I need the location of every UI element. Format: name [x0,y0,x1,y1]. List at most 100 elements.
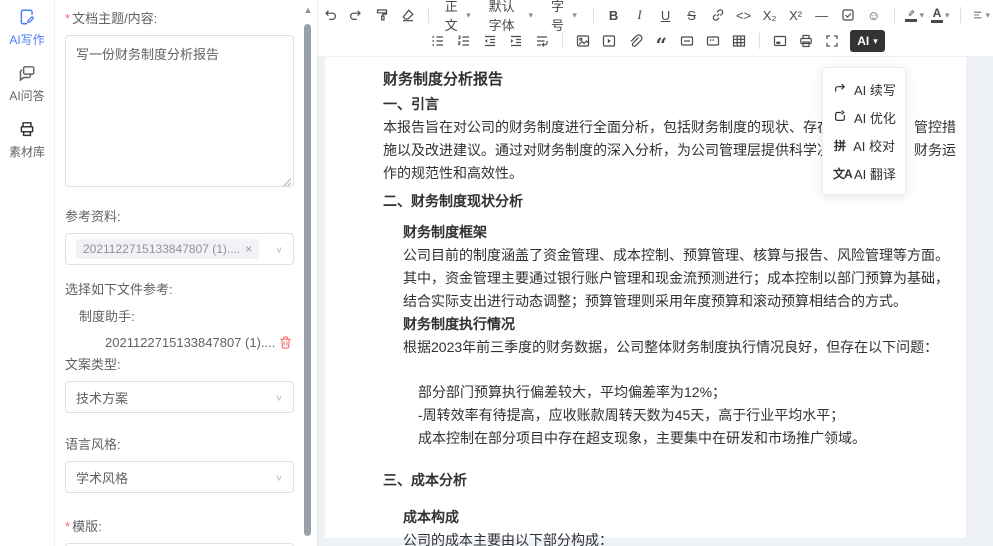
ai-qa-icon [18,64,36,85]
resize-grip[interactable] [283,178,291,186]
underline-icon[interactable]: U [654,3,678,27]
inline-code-icon[interactable]: <> [732,3,756,27]
file-section-label: 选择如下文件参考: [65,279,293,298]
caret-down-icon: ▾ [945,10,950,21]
video-icon[interactable] [597,29,621,53]
caret-down-icon: ▾ [572,10,577,21]
fullscreen-icon[interactable] [820,29,844,53]
menu-item-ai-translate[interactable]: 文A AI 翻译 [823,159,905,187]
table-icon[interactable] [727,29,751,53]
editor-toolbar: 正文▾ 默认字体▾ 字号▾ B I U S <> X₂ X² — ☺ ▾ A▾ … [318,0,993,57]
scroll-up-arrow[interactable]: ▲ [302,4,314,16]
outdent-icon[interactable] [478,29,502,53]
doc-list-item: 成本控制在部分项目中存在超支现象，主要集中在研发和市场推广领域。 [418,427,956,450]
required-asterisk: * [65,11,70,26]
toolbar-divider [759,33,760,49]
attachment-icon[interactable] [623,29,647,53]
snippet-icon[interactable] [701,29,725,53]
doc-heading: 三、成本分析 [383,468,956,492]
doc-list-item: -周转效率有待提高，应收账款周转天数为45天，高于行业平均水平； [418,404,956,427]
toolbar-divider [960,7,961,23]
italic-icon[interactable]: I [628,3,652,27]
doc-subheading: 财务制度框架 [403,221,956,244]
font-family-select[interactable]: 默认字体▾ [481,3,541,27]
superscript-icon[interactable]: X² [784,3,808,27]
ai-write-icon [18,8,36,29]
style-label: 语言风格: [65,434,293,453]
doc-paragraph-line: 其中，资金管理主要通过银行账户管理和现金流预测进行；成本控制以部门预算为基础， [403,267,956,290]
bold-icon[interactable]: B [602,3,626,27]
menu-item-ai-continue[interactable]: AI 续写 [823,75,905,103]
bullet-list-icon[interactable] [426,29,450,53]
caret-down-icon: ▾ [985,10,990,21]
ai-dropdown-button[interactable]: AI▾ [850,30,885,52]
reference-select[interactable]: 2021122715133847807 (1).... × ∨ [65,233,294,265]
translate-icon: 文A [833,165,847,182]
task-list-icon[interactable] [836,3,860,27]
chevron-down-icon: ∨ [275,392,283,402]
text-wrap-icon[interactable] [530,29,554,53]
delete-file-icon[interactable] [278,335,293,350]
form-panel-scrollbar[interactable]: ▲ [302,4,314,542]
highlight-color-button[interactable]: ▾ [902,3,926,27]
material-library-icon [18,120,36,141]
menu-item-ai-proofread[interactable]: 拼 AI 校对 [823,131,905,159]
clear-format-icon[interactable] [396,3,420,27]
caret-down-icon: ▾ [920,10,925,21]
align-button[interactable]: ▾ [969,3,993,27]
font-size-select[interactable]: 字号▾ [543,3,585,27]
rail-item-ai-qa[interactable]: AI问答 [0,64,54,104]
paragraph-style-select[interactable]: 正文▾ [437,3,479,27]
app-window: AI写作 AI问答 素材库 *文档主题/内容: 写一份财务制度分析报告 参考资料… [0,0,993,546]
rail-item-material-library[interactable]: 素材库 [0,120,54,160]
doc-paragraph-line: 根据2023年前三季度的财务数据，公司整体财务制度执行情况良好，但存在以下问题： [403,336,956,359]
doc-paragraph-line: 公司的成本主要由以下部分构成： [403,529,956,546]
format-painter-icon[interactable] [370,3,394,27]
divider-block-icon[interactable] [675,29,699,53]
caret-down-icon: ▾ [528,10,533,21]
toolbar-divider [428,7,429,23]
topic-label: *文档主题/内容: [65,8,293,27]
print-icon[interactable] [794,29,818,53]
toolbar-divider [593,7,594,23]
scrollbar-thumb[interactable] [304,24,311,536]
caret-down-icon: ▾ [873,36,878,47]
strikethrough-icon[interactable]: S [680,3,704,27]
file-group-label: 制度助手: [79,306,293,325]
toolbar-divider [562,33,563,49]
reference-tag: 2021122715133847807 (1).... × [76,239,259,259]
toolbar-row-1: 正文▾ 默认字体▾ 字号▾ B I U S <> X₂ X² — ☺ ▾ A▾ … [318,3,993,27]
doc-subheading: 财务制度执行情况 [403,313,956,336]
rail-item-label: AI写作 [9,31,44,48]
writing-form-panel: *文档主题/内容: 写一份财务制度分析报告 参考资料: 202112271513… [55,0,318,546]
rail-item-ai-write[interactable]: AI写作 [0,8,54,48]
chevron-down-icon: ∨ [275,244,283,254]
redo-button[interactable] [344,3,368,27]
required-asterisk: * [65,519,70,534]
embed-icon[interactable] [768,29,792,53]
language-style-select[interactable]: 学术风格 ∨ [65,461,294,493]
emoji-icon[interactable]: ☺ [862,3,886,27]
link-icon[interactable] [706,3,730,27]
toolbar-divider [894,7,895,23]
tag-close-icon[interactable]: × [245,242,252,256]
rail-item-label: AI问答 [9,87,44,104]
copy-type-select[interactable]: 技术方案 ∨ [65,381,294,413]
blockquote-icon[interactable]: “ [649,29,673,53]
optimize-icon [833,109,847,126]
ordered-list-icon[interactable] [452,29,476,53]
menu-item-ai-optimize[interactable]: AI 优化 [823,103,905,131]
horizontal-rule-icon[interactable]: — [810,3,834,27]
indent-icon[interactable] [504,29,528,53]
image-icon[interactable] [571,29,595,53]
subscript-icon[interactable]: X₂ [758,3,782,27]
template-label: *模版: [65,516,293,535]
reference-label: 参考资料: [65,206,293,225]
chevron-down-icon: ∨ [275,472,283,482]
toolbar-row-2: “ AI▾ [318,29,993,53]
continue-writing-icon [833,81,847,98]
rail-item-label: 素材库 [9,143,45,160]
undo-button[interactable] [318,3,342,27]
font-color-button[interactable]: A▾ [928,3,952,27]
topic-input[interactable]: 写一份财务制度分析报告 [65,35,294,187]
